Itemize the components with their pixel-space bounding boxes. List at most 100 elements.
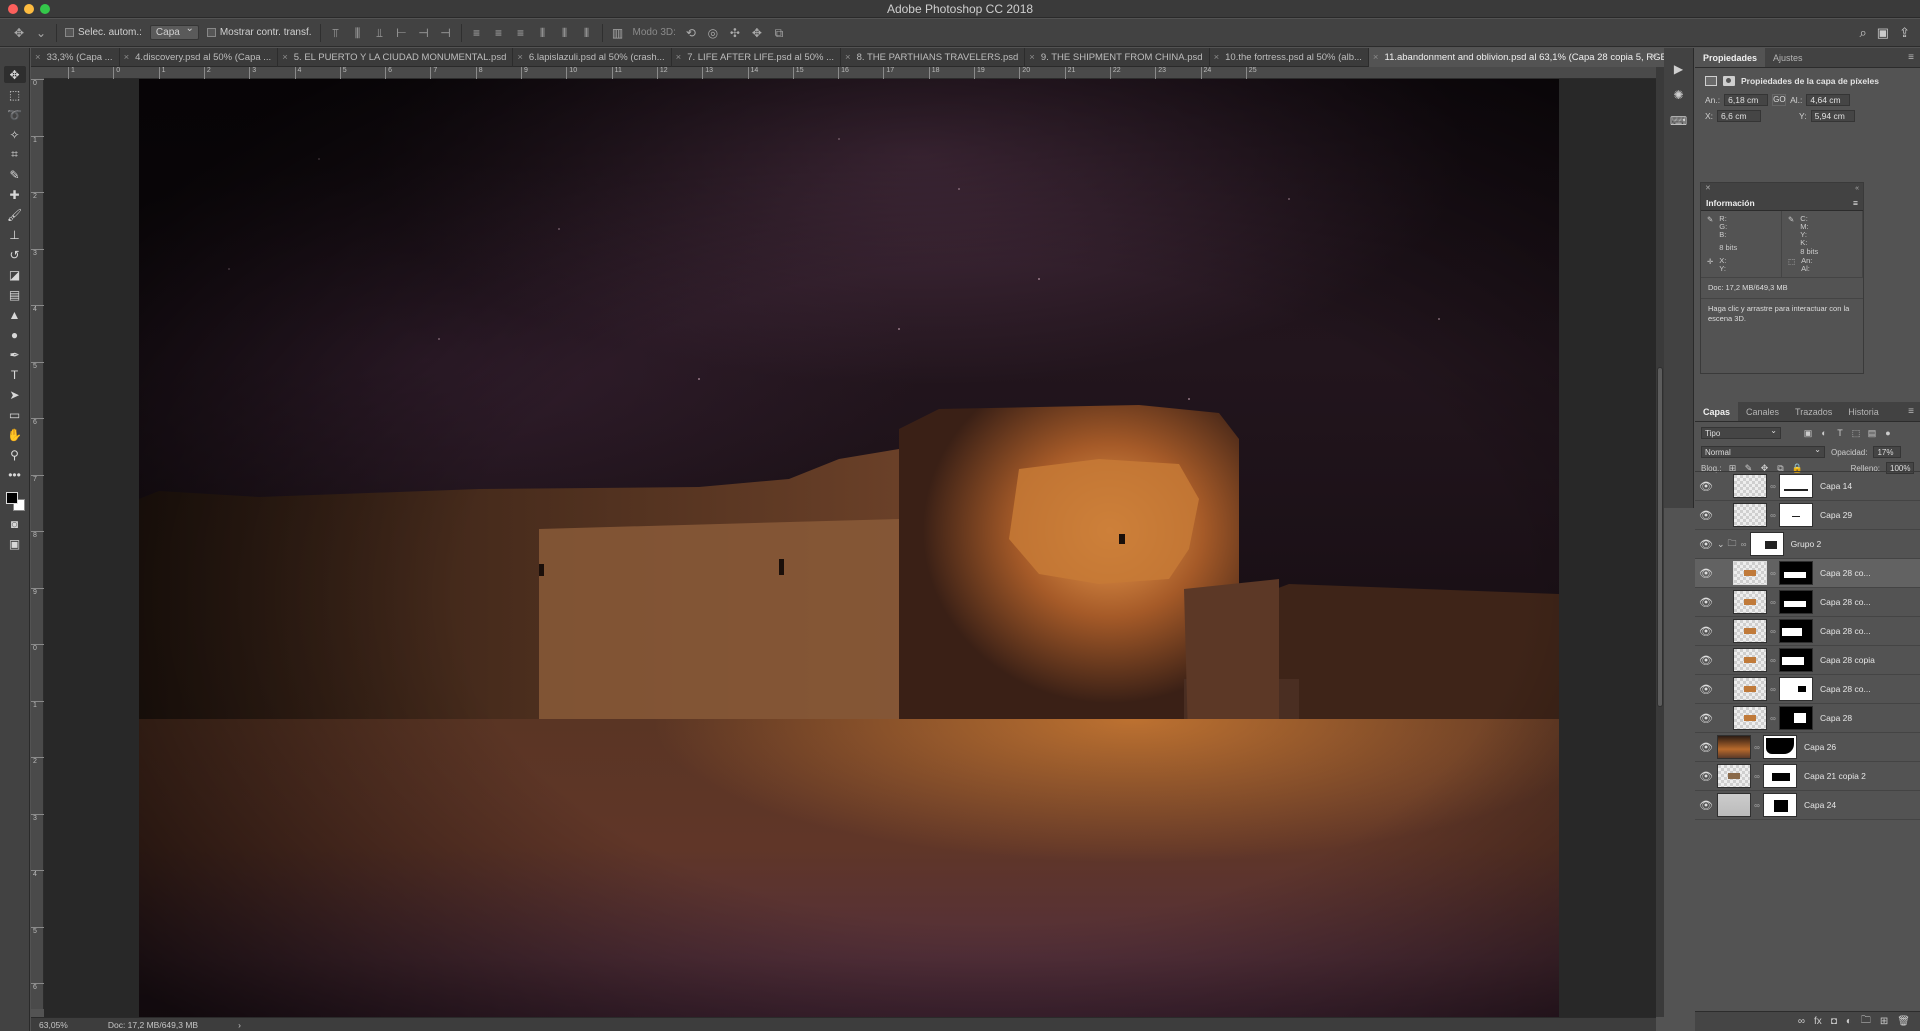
link-dimensions-button[interactable]: GO: [1772, 94, 1787, 106]
document-tab[interactable]: × 9. THE SHIPMENT FROM CHINA.psd: [1025, 48, 1210, 67]
close-tab-icon[interactable]: ×: [1214, 48, 1220, 67]
layer-name[interactable]: Capa 28 co...: [1820, 684, 1871, 694]
close-tab-icon[interactable]: ×: [845, 48, 851, 67]
align-top-icon[interactable]: ⫪: [329, 26, 343, 40]
visibility-eye-icon[interactable]: 👁: [1695, 509, 1717, 522]
rotate-3d-icon[interactable]: ⟲: [684, 26, 698, 40]
distribute-right-icon[interactable]: ⦀: [580, 26, 594, 40]
distribute-top-icon[interactable]: ≡: [470, 26, 484, 40]
color-swatches[interactable]: [4, 490, 26, 512]
blend-mode-dropdown[interactable]: Normal: [1701, 444, 1825, 458]
distribute-left-icon[interactable]: ⦀: [536, 26, 550, 40]
layer-style-icon[interactable]: fx: [1814, 1016, 1822, 1027]
vertical-ruler[interactable]: 0 1 2 3 4 5 6 7 8 9 0 1 2 3 4 5 6: [31, 79, 44, 1009]
tab-adjustments[interactable]: Ajustes: [1765, 48, 1811, 67]
layer-row[interactable]: 👁 ∞ Capa 21 copia 2: [1695, 762, 1920, 791]
layer-row[interactable]: 👁 ∞ Capa 28 co...: [1695, 675, 1920, 704]
layer-name[interactable]: Capa 28: [1820, 713, 1852, 723]
align-right-icon[interactable]: ⊣: [439, 26, 453, 40]
x-field[interactable]: 6,6 cm: [1717, 110, 1762, 122]
panel-menu-icon[interactable]: ≡: [1908, 406, 1914, 417]
close-icon[interactable]: ✕: [1705, 183, 1711, 195]
close-tab-icon[interactable]: ×: [1373, 48, 1379, 67]
layer-row[interactable]: 👁 ∞ Capa 28 copia: [1695, 646, 1920, 675]
minimize-window-button[interactable]: [24, 4, 34, 14]
align-hcenter-icon[interactable]: ⊣: [417, 26, 431, 40]
layer-row[interactable]: 👁 ∞ Capa 24: [1695, 791, 1920, 820]
drag-3d-icon[interactable]: ✣: [728, 26, 742, 40]
layer-mask-thumbnail[interactable]: [1763, 764, 1797, 788]
healing-brush-tool-icon[interactable]: ✚: [4, 186, 26, 203]
layer-name[interactable]: Capa 24: [1804, 800, 1836, 810]
layer-name[interactable]: Capa 21 copia 2: [1804, 771, 1866, 781]
eyedropper-tool-icon[interactable]: ✎: [4, 166, 26, 183]
close-tab-icon[interactable]: ×: [676, 48, 682, 67]
collapse-icon[interactable]: «: [1855, 183, 1859, 195]
y-field[interactable]: 5,94 cm: [1810, 110, 1855, 122]
layer-name[interactable]: Capa 28 co...: [1820, 597, 1871, 607]
link-mask-icon[interactable]: ∞: [1769, 627, 1777, 636]
visibility-eye-icon[interactable]: 👁: [1695, 596, 1717, 609]
new-adjustment-icon[interactable]: ◐: [1846, 1016, 1852, 1027]
link-mask-icon[interactable]: ∞: [1769, 569, 1777, 578]
rectangle-tool-icon[interactable]: ▭: [4, 406, 26, 423]
layer-row[interactable]: 👁 ∞ Capa 28: [1695, 704, 1920, 733]
layer-row[interactable]: 👁 ∞ Capa 28 co...: [1695, 617, 1920, 646]
layer-name[interactable]: Capa 29: [1820, 510, 1852, 520]
delete-layer-icon[interactable]: 🗑: [1897, 1016, 1910, 1027]
opacity-field[interactable]: 17%: [1873, 446, 1902, 458]
hand-tool-icon[interactable]: ✋: [4, 426, 26, 443]
layer-mask-thumbnail[interactable]: [1779, 619, 1813, 643]
align-left-icon[interactable]: ⊢: [395, 26, 409, 40]
layer-row[interactable]: 👁 ∞ Capa 28 co...: [1695, 588, 1920, 617]
new-layer-icon[interactable]: ⊞: [1880, 1016, 1888, 1027]
canvas-workspace[interactable]: [44, 79, 1656, 1017]
distribute-bottom-icon[interactable]: ≡: [514, 26, 528, 40]
more-tabs-icon[interactable]: »: [1651, 50, 1657, 62]
close-tab-icon[interactable]: ×: [35, 48, 41, 67]
move-tool-icon[interactable]: ✥: [12, 26, 26, 40]
checkbox-box[interactable]: [65, 28, 74, 37]
roll-3d-icon[interactable]: ◎: [706, 26, 720, 40]
close-tab-icon[interactable]: ×: [124, 48, 130, 67]
layer-name[interactable]: Grupo 2: [1791, 539, 1822, 549]
layer-mask-thumbnail[interactable]: [1779, 677, 1813, 701]
auto-align-icon[interactable]: ▥: [611, 26, 625, 40]
mask-icon[interactable]: [1723, 76, 1735, 86]
layer-kind-filter[interactable]: Tipo: [1701, 425, 1781, 439]
layer-row[interactable]: 👁 ∞ Capa 14: [1695, 472, 1920, 501]
clone-stamp-tool-icon[interactable]: ⊥: [4, 226, 26, 243]
close-window-button[interactable]: [8, 4, 18, 14]
more-tools-icon[interactable]: •••: [4, 466, 26, 483]
chevron-down-icon[interactable]: ⌄: [34, 26, 48, 40]
visibility-eye-icon[interactable]: 👁: [1695, 538, 1717, 551]
link-mask-icon[interactable]: ∞: [1769, 714, 1777, 723]
tab-info[interactable]: Información: [1706, 195, 1755, 210]
layer-mask-thumbnail[interactable]: [1779, 561, 1813, 585]
visibility-eye-icon[interactable]: 👁: [1695, 799, 1717, 812]
document-tab[interactable]: × 5. EL PUERTO Y LA CIUDAD MONUMENTAL.psd: [278, 48, 514, 67]
status-expand-icon[interactable]: ›: [238, 1020, 241, 1030]
share-icon[interactable]: ⇪: [1899, 25, 1910, 41]
panel-menu-icon[interactable]: ≡: [1908, 52, 1914, 63]
scroll-thumb[interactable]: [1657, 367, 1663, 707]
tab-paths[interactable]: Trazados: [1787, 402, 1840, 421]
layer-mask-thumbnail[interactable]: [1779, 474, 1813, 498]
play-icon[interactable]: ▶: [1674, 62, 1683, 76]
auto-select-checkbox[interactable]: Selec. autom.:: [65, 27, 142, 38]
width-field[interactable]: 6,18 cm: [1724, 94, 1769, 106]
layer-name[interactable]: Capa 28 copia: [1820, 655, 1875, 665]
quick-mask-icon[interactable]: ◙: [4, 515, 26, 532]
close-tab-icon[interactable]: ×: [517, 48, 523, 67]
layer-mask-thumbnail[interactable]: [1779, 648, 1813, 672]
canvas-vertical-scrollbar[interactable]: [1656, 67, 1664, 1017]
type-tool-icon[interactable]: T: [4, 366, 26, 383]
scale-3d-icon[interactable]: ⧉: [772, 26, 786, 40]
path-selection-tool-icon[interactable]: ➤: [4, 386, 26, 403]
close-tab-icon[interactable]: ×: [282, 48, 288, 67]
link-mask-icon[interactable]: ∞: [1753, 801, 1761, 810]
zoom-level[interactable]: 63,05%: [39, 1020, 68, 1030]
filter-adjustment-icon[interactable]: ◐: [1819, 428, 1829, 438]
tab-history[interactable]: Historia: [1840, 402, 1887, 421]
document-tab[interactable]: × 7. LIFE AFTER LIFE.psd al 50% ...: [672, 48, 841, 67]
